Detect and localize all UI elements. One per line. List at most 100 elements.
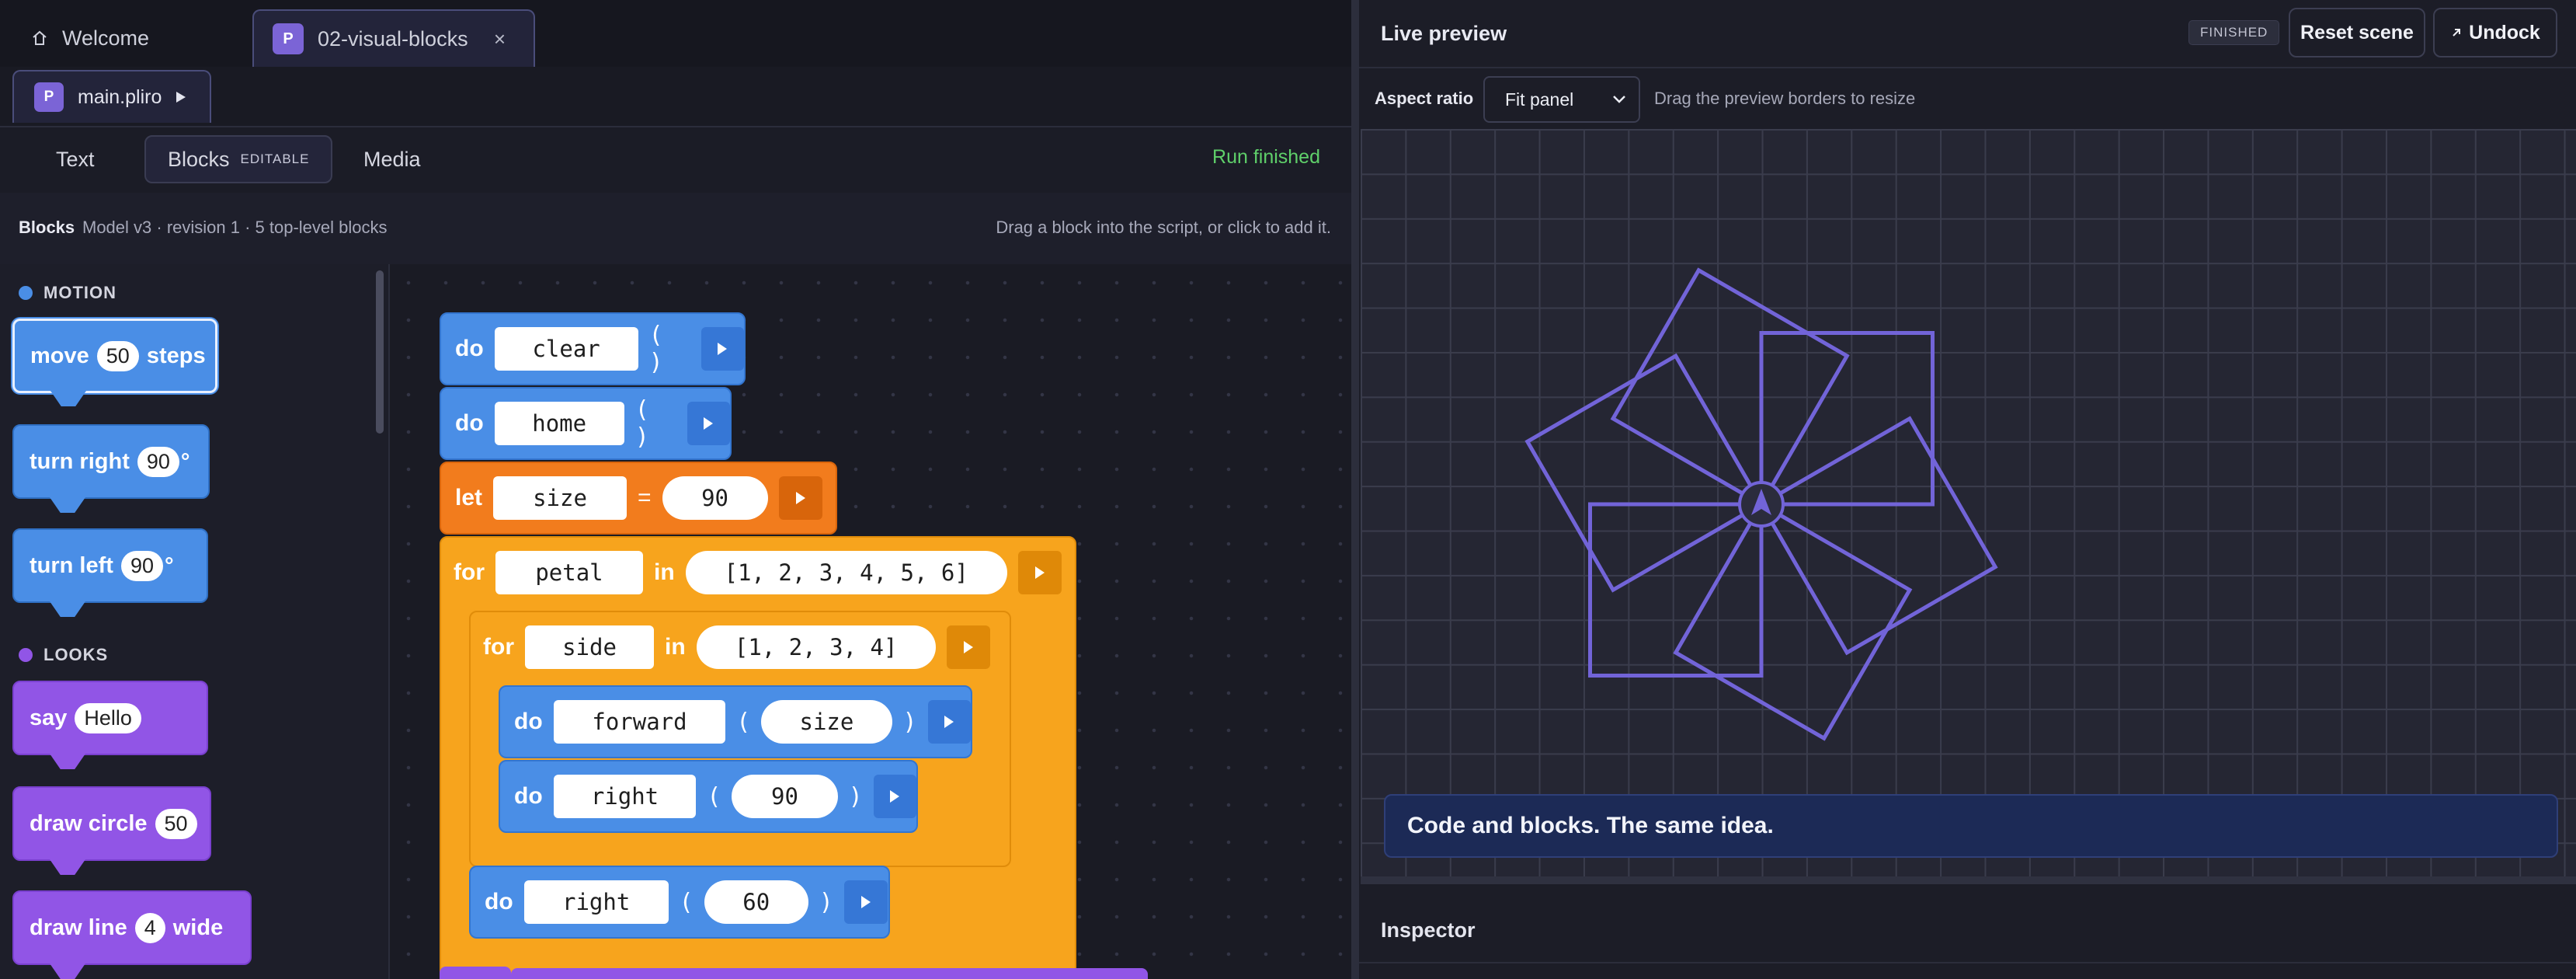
play-icon — [704, 417, 714, 430]
variable-name-field[interactable]: size — [493, 476, 627, 520]
palette-block-turn-right[interactable]: turn right 90 ° — [12, 424, 210, 499]
function-name-field[interactable]: forward — [553, 700, 726, 744]
right-paren: ) — [819, 888, 833, 916]
aspect-ratio-hint: Drag the preview borders to resize — [1654, 89, 1916, 108]
palette-scrollbar[interactable] — [376, 270, 384, 434]
script-block-clear[interactable]: do clear ( ) — [440, 312, 746, 385]
function-name-field[interactable]: right — [553, 775, 697, 818]
script-block-next-partial[interactable] — [440, 967, 511, 979]
keyword-do: do — [514, 783, 543, 809]
say-label: say — [30, 705, 68, 730]
script-block-next-partial-body[interactable] — [511, 968, 1148, 979]
run-block-button[interactable] — [873, 775, 916, 818]
petal-square — [1758, 416, 1998, 656]
live-preview-title: Live preview — [1381, 22, 1507, 45]
play-icon — [795, 492, 805, 504]
list-field[interactable]: [1, 2, 3, 4] — [696, 625, 936, 669]
aspect-ratio-select[interactable]: Fit panel — [1483, 76, 1640, 123]
keyword-for: for — [483, 634, 514, 660]
function-name-field[interactable]: right — [523, 880, 669, 924]
petal-square — [1524, 353, 1764, 593]
move-label: move — [30, 343, 89, 368]
turn-left-value[interactable]: 90 — [120, 550, 163, 581]
turn-right-value[interactable]: 90 — [137, 446, 179, 477]
script-block-right-90[interactable]: do right ( 90 ) — [499, 760, 918, 833]
move-unit: steps — [146, 343, 206, 368]
turn-right-unit: ° — [180, 448, 190, 474]
run-block-button[interactable] — [687, 402, 730, 445]
tab-bar: Welcome P 02-visual-blocks × — [0, 0, 1351, 68]
close-icon[interactable]: × — [494, 27, 506, 51]
draw-line-label: draw line — [30, 915, 127, 940]
tab-file-label: 02-visual-blocks — [318, 26, 468, 51]
aspect-ratio-bar: Aspect ratio Fit panel Drag the preview … — [1359, 67, 2576, 129]
right-paren: ) — [848, 782, 863, 810]
run-block-button[interactable] — [946, 625, 990, 669]
script-block-let-size[interactable]: let size = 90 — [440, 462, 837, 535]
file-bar: P main.pliro — [0, 67, 1351, 127]
category-looks-label: LOOKS — [43, 645, 109, 664]
run-block-button[interactable] — [927, 700, 971, 744]
palette-block-say[interactable]: say Hello — [12, 681, 208, 755]
aspect-ratio-label: Aspect ratio — [1375, 89, 1474, 108]
editor-pane: Welcome P 02-visual-blocks × P main.plir… — [0, 0, 1351, 979]
palette-block-draw-circle[interactable]: draw circle 50 — [12, 786, 211, 861]
file-chip[interactable]: P main.pliro — [12, 70, 211, 123]
empty-parens: ( ) — [648, 322, 663, 376]
aspect-ratio-value: Fit panel — [1505, 89, 1574, 110]
draw-circle-value[interactable]: 50 — [155, 808, 197, 839]
argument-field[interactable]: 90 — [732, 775, 838, 818]
palette-block-move[interactable]: move 50 steps — [12, 319, 217, 393]
run-block-button[interactable] — [700, 327, 745, 371]
script-block-for-petal[interactable]: for petal in [1, 2, 3, 4, 5, 6] — [440, 536, 1076, 609]
script-canvas[interactable]: do clear ( ) do home ( ) let size = 90 f… — [390, 264, 1351, 979]
turn-right-label: turn right — [30, 448, 130, 474]
left-paren: ( — [679, 888, 694, 916]
pane-divider[interactable] — [1351, 0, 1359, 979]
petal-square — [1673, 501, 1913, 741]
play-icon[interactable] — [176, 91, 186, 103]
list-field[interactable]: [1, 2, 3, 4, 5, 6] — [685, 551, 1007, 594]
keyword-in: in — [654, 559, 675, 585]
loop-variable-field[interactable]: petal — [495, 551, 643, 594]
undock-button[interactable]: Undock — [2433, 8, 2557, 57]
run-block-button[interactable] — [1017, 551, 1062, 594]
preview-canvas[interactable]: Code and blocks. The same idea. — [1361, 129, 2576, 884]
say-value[interactable]: Hello — [75, 702, 141, 733]
script-block-right-60[interactable]: do right ( 60 ) — [469, 866, 890, 939]
loop-variable-field[interactable]: side — [525, 625, 654, 669]
value-field[interactable]: 90 — [662, 476, 768, 520]
tab-text[interactable]: Text — [34, 135, 116, 183]
run-block-button[interactable] — [843, 880, 888, 924]
argument-field[interactable]: 60 — [704, 880, 808, 924]
reset-scene-button[interactable]: Reset scene — [2289, 8, 2425, 57]
move-value[interactable]: 50 — [96, 340, 139, 371]
run-block-button[interactable] — [778, 476, 822, 520]
turtle-icon — [1738, 481, 1785, 528]
script-block-home[interactable]: do home ( ) — [440, 387, 732, 460]
external-arrow-icon — [2453, 29, 2461, 37]
tab-media-label: Media — [363, 147, 421, 171]
function-name-field[interactable]: home — [494, 402, 624, 445]
argument-field[interactable]: size — [761, 700, 892, 744]
left-paren: ( — [707, 782, 721, 810]
tab-welcome[interactable]: Welcome — [31, 9, 149, 67]
function-name-field[interactable]: clear — [494, 327, 638, 371]
editable-badge: EDITABLE — [240, 152, 310, 166]
blocks-info-meta: Model v3 · revision 1 · 5 top-level bloc… — [82, 218, 388, 237]
draw-line-value[interactable]: 4 — [134, 912, 165, 943]
tab-blocks-label: Blocks — [168, 147, 230, 171]
keyword-in: in — [665, 634, 686, 660]
keyword-do: do — [455, 410, 484, 436]
palette-block-turn-left[interactable]: turn left 90 ° — [12, 528, 208, 603]
turn-left-label: turn left — [30, 552, 113, 578]
tab-media[interactable]: Media — [342, 135, 443, 183]
category-motion-label: MOTION — [43, 283, 116, 302]
tab-file[interactable]: P 02-visual-blocks × — [252, 9, 535, 67]
tab-blocks[interactable]: Blocks EDITABLE — [144, 135, 333, 183]
script-block-forward[interactable]: do forward ( size ) — [499, 685, 972, 758]
pliro-logo-icon: P — [273, 23, 304, 54]
category-motion: MOTION — [19, 283, 116, 303]
script-block-for-side[interactable]: for side in [1, 2, 3, 4] — [469, 611, 1011, 684]
palette-block-draw-line[interactable]: draw line 4 wide — [12, 890, 252, 965]
